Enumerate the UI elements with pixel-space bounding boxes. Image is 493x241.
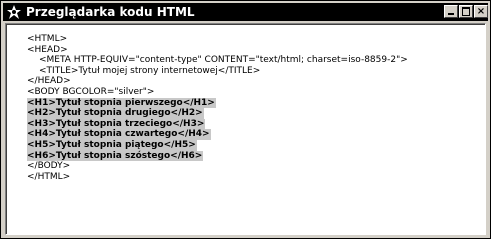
title-bar[interactable]: Przeglądarka kodu HTML × <box>3 3 488 21</box>
code-line: <TITLE>Tytuł mojej strony internetowej</… <box>39 65 261 76</box>
window-title: Przeglądarka kodu HTML <box>26 5 195 19</box>
heading-tag-h6: <H6>Tytuł stopnia szóstego</H6> <box>27 150 204 162</box>
code-line: </HEAD> <box>27 76 71 87</box>
code-view-pane[interactable]: <HTML> <HEAD> <META HTTP-EQUIV="content-… <box>5 23 486 235</box>
heading-tag-h5: <H5>Tytuł stopnia piątego</H5> <box>27 139 197 151</box>
html-viewer-window: Przeglądarka kodu HTML × <HTML> <HEAD> <… <box>0 0 491 239</box>
close-icon: × <box>476 6 486 17</box>
code-line: <HEAD> <box>27 44 68 55</box>
minimize-button[interactable] <box>444 5 458 18</box>
code-line: <META HTTP-EQUIV="content-type" CONTENT=… <box>39 55 408 66</box>
maximize-icon <box>460 6 472 17</box>
window-controls: × <box>443 5 488 18</box>
code-line-highlighted: <H6>Tytuł stopnia szóstego</H6> <box>27 150 408 162</box>
code-line: <HTML> <box>27 34 68 44</box>
code-line: <BODY BGCOLOR="silver"> <box>27 86 155 97</box>
html-source-code: <HTML> <HEAD> <META HTTP-EQUIV="content-… <box>27 34 408 182</box>
code-line-highlighted: <H4>Tytuł stopnia czwartego</H4> <box>27 129 408 140</box>
heading-tag-h3: <H3>Tytuł stopnia trzeciego</H3> <box>27 118 206 130</box>
code-line-highlighted: <H2>Tytuł stopnia drugiego</H2> <box>27 108 408 119</box>
code-line-highlighted: <H1>Tytuł stopnia pierwszego</H1> <box>27 97 408 109</box>
code-view-inner: <HTML> <HEAD> <META HTTP-EQUIV="content-… <box>6 24 485 234</box>
close-button[interactable]: × <box>474 5 488 18</box>
code-line: </HTML> <box>27 171 71 182</box>
heading-tag-h2: <H2>Tytuł stopnia drugiego</H2> <box>27 108 204 119</box>
code-line-highlighted: <H5>Tytuł stopnia piątego</H5> <box>27 139 408 151</box>
maximize-button[interactable] <box>459 5 473 18</box>
browser-app-icon <box>6 4 22 20</box>
code-line-highlighted: <H3>Tytuł stopnia trzeciego</H3> <box>27 118 408 130</box>
code-line: </BODY> <box>27 161 71 172</box>
heading-tag-h4: <H4>Tytuł stopnia czwartego</H4> <box>27 129 211 140</box>
heading-tag-h1: <H1>Tytuł stopnia pierwszego</H1> <box>27 97 216 109</box>
minimize-icon <box>445 6 457 17</box>
